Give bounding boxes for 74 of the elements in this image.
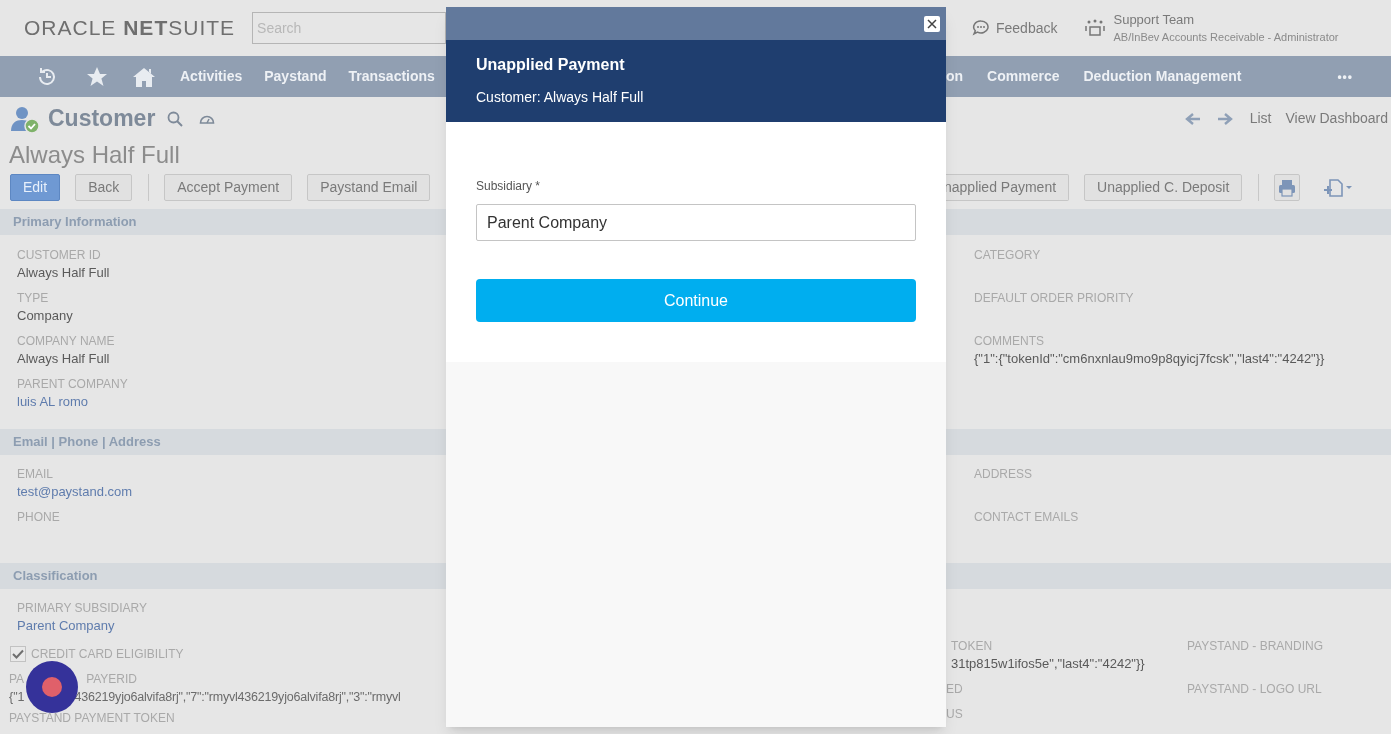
speech-bubble-icon [972,19,990,37]
field-label: EMAIL [17,466,54,483]
header-link[interactable]: View Dashboard [1285,108,1388,129]
field-label: COMMENTS [974,333,1045,350]
close-icon [927,18,937,29]
field-label: CONTACT EMAILS [974,509,1080,526]
section-title: Primary Information [13,213,137,232]
dialog-title: Unapplied Payment [476,55,626,75]
field-label: PAYERID [86,671,138,688]
toolbar-button[interactable]: Accept Payment [164,174,293,201]
toolbar-button[interactable]: Paystand Email [307,174,431,201]
field-label: CATEGORY [974,247,1042,264]
field-label: PAYSTAND - BRANDING [1187,638,1323,655]
section-title: Email | Phone | Address [13,433,161,452]
field-value: Company [17,307,74,325]
field-label: PRIMARY SUBSIDIARY [17,600,149,617]
printer-icon [1278,178,1297,197]
toolbar-button[interactable]: Unapplied C. Deposit [1084,174,1243,201]
search-icon[interactable] [167,110,184,127]
people-icon [1085,18,1106,38]
field-value: 436219yjo6alvifa8rj","7":"rmyvl436219yjo6alvifa8rj","3":"rmyvl [74,689,401,706]
field-label: COMPANY NAME [17,333,116,350]
nav-item[interactable]: Commerce [987,66,1060,87]
field-link[interactable]: Parent Company [17,617,446,635]
continue-button[interactable]: Continue [476,279,916,322]
field-value: Always Half Full [17,264,111,282]
more-menu[interactable]: ••• [1337,67,1353,86]
logo: ORACLE NETSUITE [24,15,236,42]
field-label: US [946,706,964,723]
user-role: AB/InBev Accounts Receivable - Administrator [1113,30,1339,45]
nav-item[interactable]: Activities [180,66,243,87]
field-label: PA [9,671,25,688]
nav-item[interactable]: Paystand [264,66,327,87]
feedback-link[interactable]: Feedback [972,17,1058,39]
field-label: Subsidiary * [476,179,542,193]
forward-arrow-icon[interactable] [1216,111,1233,126]
field-link[interactable]: luis AL romo [17,393,446,411]
nav-item[interactable]: Transactions [348,66,435,87]
subsidiary-field[interactable]: Parent Company [476,204,916,241]
home-icon[interactable] [132,65,156,88]
toolbar-button[interactable]: Back [75,174,133,201]
field-link[interactable]: test@paystand.com [17,483,446,501]
field-label: ED [946,681,964,698]
record-name: Always Half Full [9,140,180,170]
field-label: TOKEN [951,638,994,655]
page-title: Customer [48,104,156,134]
new-document-icon[interactable] [1322,177,1355,198]
field-label: PHONE [17,509,61,526]
star-icon[interactable] [86,65,108,88]
field-label: PAYSTAND - LOGO URL [1187,681,1323,698]
field-label: PAYSTAND PAYMENT TOKEN [9,710,176,727]
field-value: Always Half Full [17,350,111,368]
user-name: Support Team [1113,11,1196,29]
field-value: 31tp815w1ifos5e","last4":"4242"}} [951,655,1146,673]
field-value: {"1":{"tokenId":"cm6nxnlau9mo9p8qyicj7fcsk","last4":"4242"}} [974,350,1326,368]
header-link[interactable]: List [1249,108,1272,129]
field-value: {"1 [9,689,25,706]
history-icon[interactable] [36,65,58,88]
close-button[interactable] [924,15,940,32]
nav-item[interactable]: on [946,66,964,87]
field-label: PARENT COMPANY [17,376,129,393]
field-label: ADDRESS [974,466,1033,483]
field-label: CREDIT CARD ELIGIBILITY [31,646,184,663]
back-arrow-icon[interactable] [1184,111,1201,126]
section-title: Classification [13,567,98,586]
check-icon [12,649,24,659]
field-label: DEFAULT ORDER PRIORITY [974,290,1135,307]
field-label: CUSTOMER ID [17,247,102,264]
checkbox[interactable] [10,646,26,662]
field-label: TYPE [17,290,50,307]
print-button[interactable] [1274,174,1301,201]
toolbar-button[interactable]: Edit [10,174,61,201]
nav-item[interactable]: Deduction Management [1083,66,1242,87]
dialog-subtitle: Customer: Always Half Full [476,88,645,106]
